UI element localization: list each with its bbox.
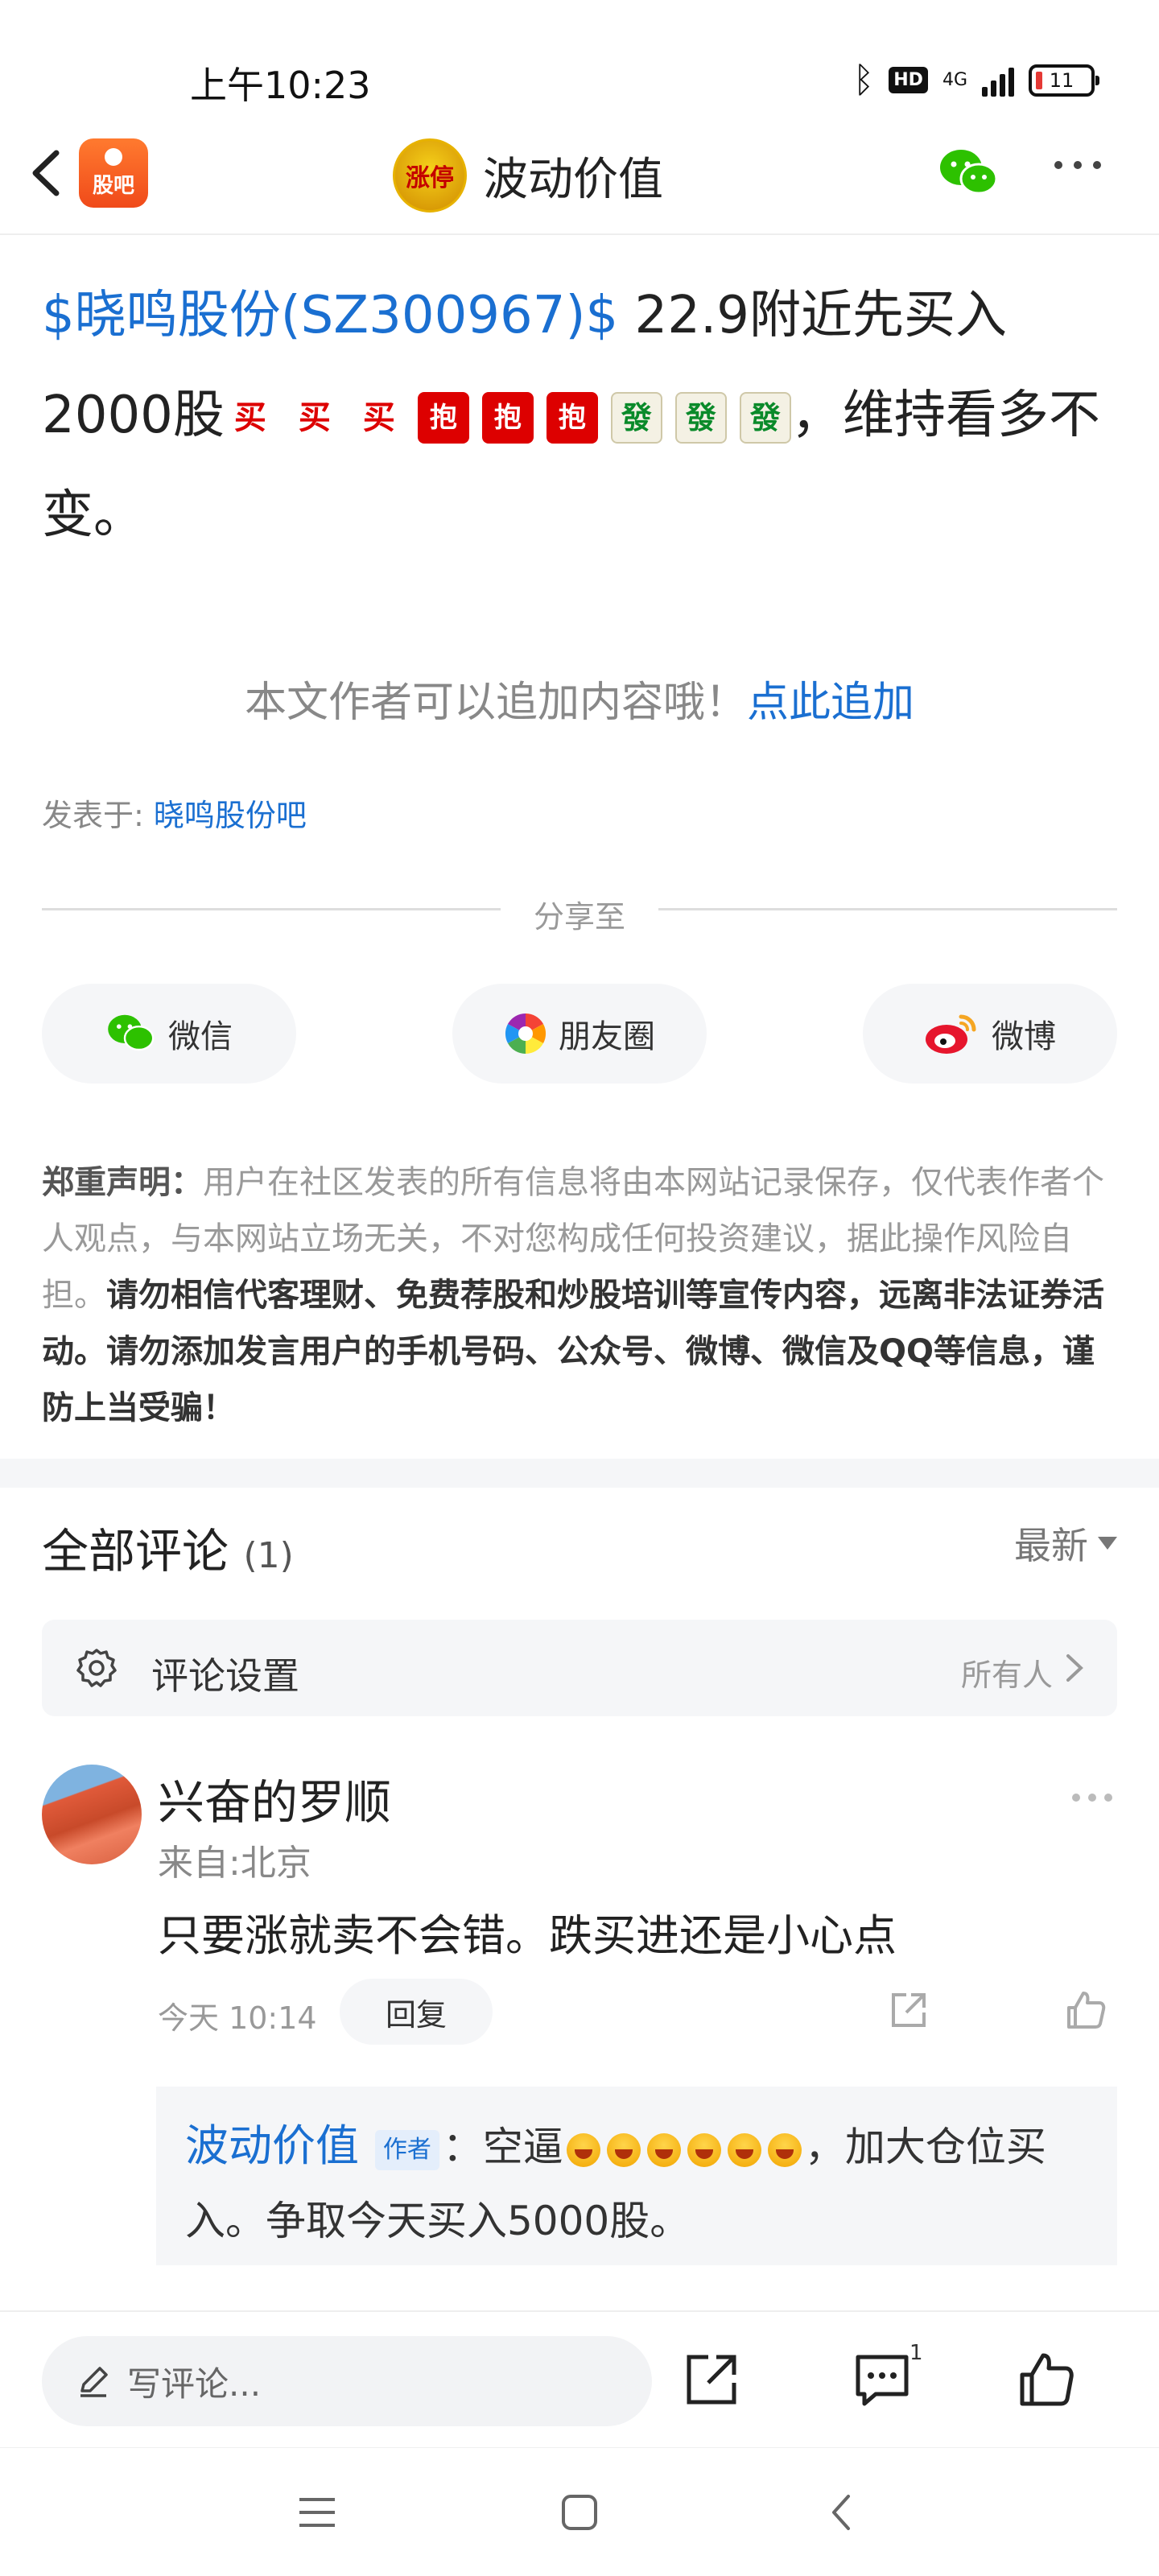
share-icon[interactable] xyxy=(887,1988,930,2032)
wechat-icon xyxy=(108,1014,155,1051)
moments-icon xyxy=(505,1013,547,1055)
hd-icon: HD xyxy=(889,67,928,93)
laugh-emoji xyxy=(767,2132,802,2167)
chevron-right-icon xyxy=(1066,1654,1083,1682)
share-moments-button[interactable]: 朋友圈 xyxy=(452,984,707,1084)
fa-emoji: 發 xyxy=(674,392,727,444)
stock-bar-link[interactable]: 晓鸣股份吧 xyxy=(154,798,307,833)
append-prompt: 本文作者可以追加内容哦！点此追加 xyxy=(0,668,1159,729)
share-row: 微信 朋友圈 微博 xyxy=(42,984,1117,1084)
comment-more-icon[interactable] xyxy=(1072,1794,1112,1802)
pencil-icon xyxy=(80,2367,108,2397)
weibo-icon xyxy=(926,1014,976,1054)
emoji-row: 买 买 买 抱 抱 抱 發 發 發 xyxy=(224,392,791,444)
comment-count-badge: 1 xyxy=(909,2341,923,2365)
share-wechat-button[interactable]: 微信 xyxy=(42,984,296,1084)
signal-icon xyxy=(982,64,1014,97)
comment-settings-label: 评论设置 xyxy=(151,1654,299,1698)
battery-icon: 11 xyxy=(1029,64,1099,97)
author-name[interactable]: 波动价值 xyxy=(483,143,663,208)
buy-emoji: 买 xyxy=(224,392,276,444)
more-options-icon[interactable] xyxy=(1054,161,1101,169)
network-label: 4G xyxy=(942,69,967,90)
guba-app-label: 股吧 xyxy=(92,173,134,198)
forward-icon[interactable] xyxy=(681,2349,742,2410)
status-bar: 上午10:23 ᛒ HD 4G 11 xyxy=(0,0,1159,121)
laugh-emoji xyxy=(646,2132,681,2167)
share-wechat-label: 微信 xyxy=(168,1018,233,1055)
comments-count: (1) xyxy=(243,1535,294,1576)
post-body: $晓鸣股份(SZ300967)$ 22.9附近先买入2000股 买 买 买 抱 … xyxy=(42,266,1120,565)
fa-emoji: 發 xyxy=(739,392,791,444)
author-avatar[interactable]: 涨停 xyxy=(393,138,467,213)
bao-emoji: 抱 xyxy=(417,392,469,444)
status-icons: ᛒ HD 4G 11 xyxy=(852,60,1099,101)
home-icon[interactable] xyxy=(555,2488,604,2537)
sort-dropdown[interactable]: 最新 xyxy=(1014,1517,1117,1570)
like-icon[interactable] xyxy=(1016,2349,1077,2410)
bao-emoji: 抱 xyxy=(481,392,534,444)
nav-bar: 股吧 涨停 波动价值 xyxy=(0,121,1159,225)
bao-emoji: 抱 xyxy=(546,392,598,444)
comment-icon[interactable] xyxy=(852,2349,913,2410)
comment-settings-row[interactable]: 评论设置 所有人 xyxy=(42,1620,1117,1716)
laugh-emoji xyxy=(566,2132,600,2167)
back-nav-icon[interactable] xyxy=(818,2488,866,2537)
author-header[interactable]: 涨停 波动价值 xyxy=(393,138,663,213)
append-link[interactable]: 点此追加 xyxy=(747,679,914,727)
commenter-name[interactable]: 兴奋的罗顺 xyxy=(158,1765,391,1832)
disclaimer-title: 郑重声明： xyxy=(42,1164,203,1201)
comment-text: 只要涨就卖不会错。跌买进还是小心点 xyxy=(158,1910,897,1961)
disclaimer: 郑重声明：用户在社区发表的所有信息将由本网站记录保存，仅代表作者个人观点，与本网… xyxy=(42,1154,1120,1436)
share-label: 分享至 xyxy=(533,899,625,935)
commenter-location: 来自:北京 xyxy=(158,1843,311,1884)
posted-in: 发表于: 晓鸣股份吧 xyxy=(42,791,307,835)
write-comment-placeholder: 写评论... xyxy=(127,2363,262,2404)
bluetooth-icon: ᛒ xyxy=(852,60,875,101)
laugh-emoji xyxy=(687,2132,721,2167)
dropdown-arrow-icon xyxy=(1098,1537,1117,1550)
sort-label: 最新 xyxy=(1014,1524,1088,1567)
disclaimer-warning: 请勿相信代客理财、免费荐股和炒股培训等宣传内容，远离非法证券活动。请勿添加发言用… xyxy=(42,1277,1104,1426)
menu-icon[interactable] xyxy=(293,2488,341,2537)
laugh-emoji xyxy=(727,2132,761,2167)
comments-title: 全部评论 xyxy=(42,1524,229,1579)
guba-app-logo[interactable]: 股吧 xyxy=(79,138,148,208)
gear-icon xyxy=(76,1649,117,1687)
share-moments-label: 朋友圈 xyxy=(559,1018,655,1055)
append-text: 本文作者可以追加内容哦！ xyxy=(244,679,747,727)
share-weibo-button[interactable]: 微博 xyxy=(863,984,1117,1084)
commenter-avatar[interactable] xyxy=(42,1765,142,1864)
buy-emoji: 买 xyxy=(353,392,405,444)
reply-author[interactable]: 波动价值 xyxy=(185,2120,359,2171)
buy-emoji: 买 xyxy=(288,392,340,444)
reply-prefix: ：空逼 xyxy=(442,2124,563,2170)
header-divider xyxy=(0,233,1159,235)
comment-settings-value: 所有人 xyxy=(960,1657,1053,1693)
share-weibo-label: 微博 xyxy=(992,1018,1056,1055)
write-comment-input[interactable]: 写评论... xyxy=(42,2336,652,2426)
fa-emoji: 發 xyxy=(610,392,662,444)
comment-time: 今天 10:14 xyxy=(158,2000,317,2036)
logo-dot xyxy=(105,147,122,166)
divider-line xyxy=(658,908,1117,910)
share-divider: 分享至 xyxy=(42,892,1117,935)
bottom-action-bar: 写评论... 1 xyxy=(0,2310,1159,2447)
like-icon[interactable] xyxy=(1064,1988,1107,2032)
author-reply: 波动价值 作者 ：空逼 ，加大仓位买入。争取今天买入5000股。 xyxy=(185,2109,1095,2258)
wechat-share-icon[interactable] xyxy=(937,145,1001,201)
status-time: 上午10:23 xyxy=(190,64,371,107)
stock-link[interactable]: $晓鸣股份(SZ300967)$ xyxy=(42,286,618,345)
laugh-emoji xyxy=(606,2132,641,2167)
author-badge: 作者 xyxy=(374,2129,439,2170)
system-nav-bar xyxy=(0,2447,1159,2576)
avatar-text: 涨停 xyxy=(406,164,454,192)
section-separator xyxy=(0,1459,1159,1488)
back-icon[interactable] xyxy=(24,145,72,201)
reply-button[interactable]: 回复 xyxy=(340,1979,493,2045)
reply-box: 波动价值 作者 ：空逼 ，加大仓位买入。争取今天买入5000股。 xyxy=(156,2087,1117,2265)
posted-in-label: 发表于: xyxy=(42,798,154,833)
comments-header: 全部评论 (1) xyxy=(42,1513,294,1581)
